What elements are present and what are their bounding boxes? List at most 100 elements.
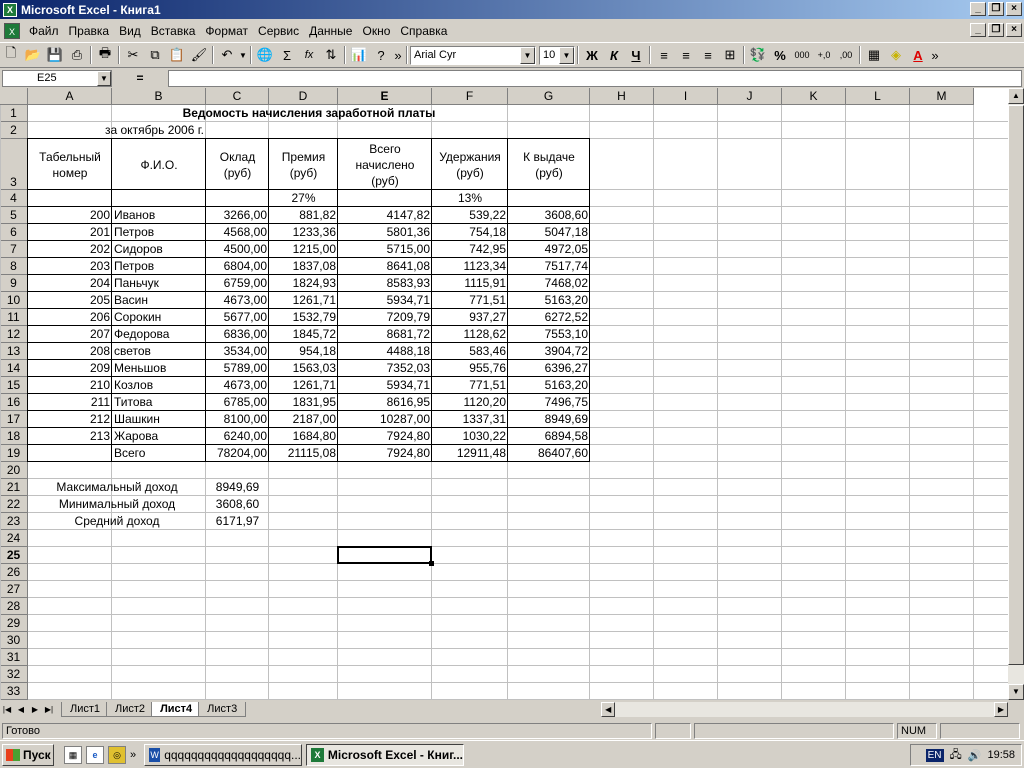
decrease-decimal-icon[interactable]: ,00 [835,44,857,66]
font-size-combo[interactable]: 10 ▼ [539,45,575,65]
tab-sheet1[interactable]: Лист1 [61,702,110,717]
merge-center-icon[interactable]: ⊞ [719,44,741,66]
scroll-up-icon[interactable]: ▲ [1008,88,1024,104]
table-cell[interactable]: 1845,72 [269,326,338,343]
hyperlink-icon[interactable]: 🌐 [254,44,276,66]
prev-sheet-icon[interactable]: ◀ [14,702,28,717]
start-button[interactable]: Пуск [2,743,54,766]
table-cell[interactable]: 583,46 [432,343,508,360]
table-cell[interactable]: 5801,36 [338,224,432,241]
table-cell[interactable]: 206 [28,309,112,326]
format-painter-icon[interactable]: 🖌 [188,44,210,66]
column-header[interactable]: C [206,88,269,105]
menu-file[interactable]: Файл [24,22,64,40]
table-cell[interactable]: 3904,72 [508,343,590,360]
row-header[interactable]: 16 [0,394,28,411]
chevron-down-icon[interactable]: ▼ [520,46,535,64]
table-cell[interactable]: 1532,79 [269,309,338,326]
table-cell[interactable]: 5677,00 [206,309,269,326]
table-cell[interactable]: Козлов [112,377,206,394]
table-cell[interactable]: 4673,00 [206,292,269,309]
table-cell[interactable]: 211 [28,394,112,411]
row-header[interactable]: 4 [0,190,28,207]
table-cell[interactable]: 205 [28,292,112,309]
total-cell[interactable]: 78204,00 [206,445,269,462]
undo-dropdown-icon[interactable]: ▼ [238,44,248,66]
table-cell[interactable]: 5163,20 [508,292,590,309]
summary-label[interactable]: Средний доход [28,513,206,530]
table-cell[interactable]: 208 [28,343,112,360]
header-cell[interactable]: Удержания (руб) [432,139,508,190]
save-icon[interactable]: 💾 [44,44,66,66]
table-cell[interactable]: 1261,71 [269,292,338,309]
table-cell[interactable]: 202 [28,241,112,258]
menu-window[interactable]: Окно [357,22,395,40]
cut-icon[interactable]: ✂ [122,44,144,66]
restore-button[interactable]: ❐ [988,2,1004,16]
spreadsheet-grid[interactable]: A B C D E F G H I J K L M 1 2 3 4 5 6 7 8 9 10 11 12 13 14 15 16 17 18… [0,88,1024,700]
align-right-icon[interactable]: ≡ [697,44,719,66]
new-icon[interactable]: 🗋 [0,44,22,66]
table-cell[interactable]: 7553,10 [508,326,590,343]
table-cell[interactable]: 881,82 [269,207,338,224]
column-header[interactable]: F [432,88,508,105]
table-cell[interactable]: 954,18 [269,343,338,360]
select-all-corner[interactable] [0,88,28,105]
summary-value[interactable]: 6171,97 [206,513,269,530]
media-icon[interactable]: ◎ [108,745,126,764]
workbook-icon[interactable]: X [4,22,20,39]
table-cell[interactable]: 4500,00 [206,241,269,258]
summary-value[interactable]: 8949,69 [206,479,269,496]
column-header[interactable]: G [508,88,590,105]
header-cell[interactable]: Оклад (руб) [206,139,269,190]
table-cell[interactable]: 209 [28,360,112,377]
table-cell[interactable]: 6785,00 [206,394,269,411]
table-cell[interactable]: 1233,36 [269,224,338,241]
table-cell[interactable]: 7352,03 [338,360,432,377]
table-cell[interactable]: 212 [28,411,112,428]
copy-icon[interactable]: ⧉ [144,44,166,66]
table-cell[interactable]: 754,18 [432,224,508,241]
table-cell[interactable]: 5934,71 [338,292,432,309]
table-cell[interactable]: 6759,00 [206,275,269,292]
increase-decimal-icon[interactable]: +,0 [813,44,835,66]
table-cell[interactable]: 8641,08 [338,258,432,275]
table-cell[interactable]: 1831,95 [269,394,338,411]
table-cell[interactable]: 5715,00 [338,241,432,258]
scroll-thumb[interactable] [1008,105,1024,665]
close-button[interactable]: × [1006,2,1022,16]
table-cell[interactable]: 1215,00 [269,241,338,258]
table-cell[interactable]: Петров [112,224,206,241]
tab-sheet4[interactable]: Лист4 [151,702,202,717]
row-header[interactable]: 15 [0,377,28,394]
table-cell[interactable]: Титова [112,394,206,411]
row-header[interactable]: 8 [0,258,28,275]
table-cell[interactable]: 200 [28,207,112,224]
table-cell[interactable]: 3608,60 [508,207,590,224]
table-cell[interactable]: 771,51 [432,377,508,394]
equals-icon[interactable]: = [112,71,168,85]
underline-button[interactable]: Ч [625,44,647,66]
table-cell[interactable]: 539,22 [432,207,508,224]
vertical-scrollbar[interactable]: ▲ ▼ [1008,88,1024,700]
chart-icon[interactable]: 📊 [348,44,370,66]
undo-icon[interactable]: ↶ [216,44,238,66]
header-cell[interactable]: К выдаче (руб) [508,139,590,190]
table-cell[interactable]: Жарова [112,428,206,445]
column-header[interactable]: H [590,88,654,105]
align-center-icon[interactable]: ≡ [675,44,697,66]
column-header[interactable]: E [338,88,432,105]
currency-icon[interactable]: 💱 [747,44,769,66]
quicklaunch-more-icon[interactable]: » [126,749,140,761]
row-header[interactable]: 32 [0,666,28,683]
name-box[interactable]: E25 ▼ [2,69,112,87]
volume-icon[interactable]: 🔊 [968,749,982,762]
row-header[interactable]: 24 [0,530,28,547]
row-header[interactable]: 10 [0,292,28,309]
table-cell[interactable]: 5934,71 [338,377,432,394]
deduction-rate-cell[interactable]: 13% [432,190,508,207]
row-header[interactable]: 18 [0,428,28,445]
menu-data[interactable]: Данные [304,22,357,40]
thousands-button[interactable]: 000 [791,44,813,66]
table-cell[interactable]: 3534,00 [206,343,269,360]
